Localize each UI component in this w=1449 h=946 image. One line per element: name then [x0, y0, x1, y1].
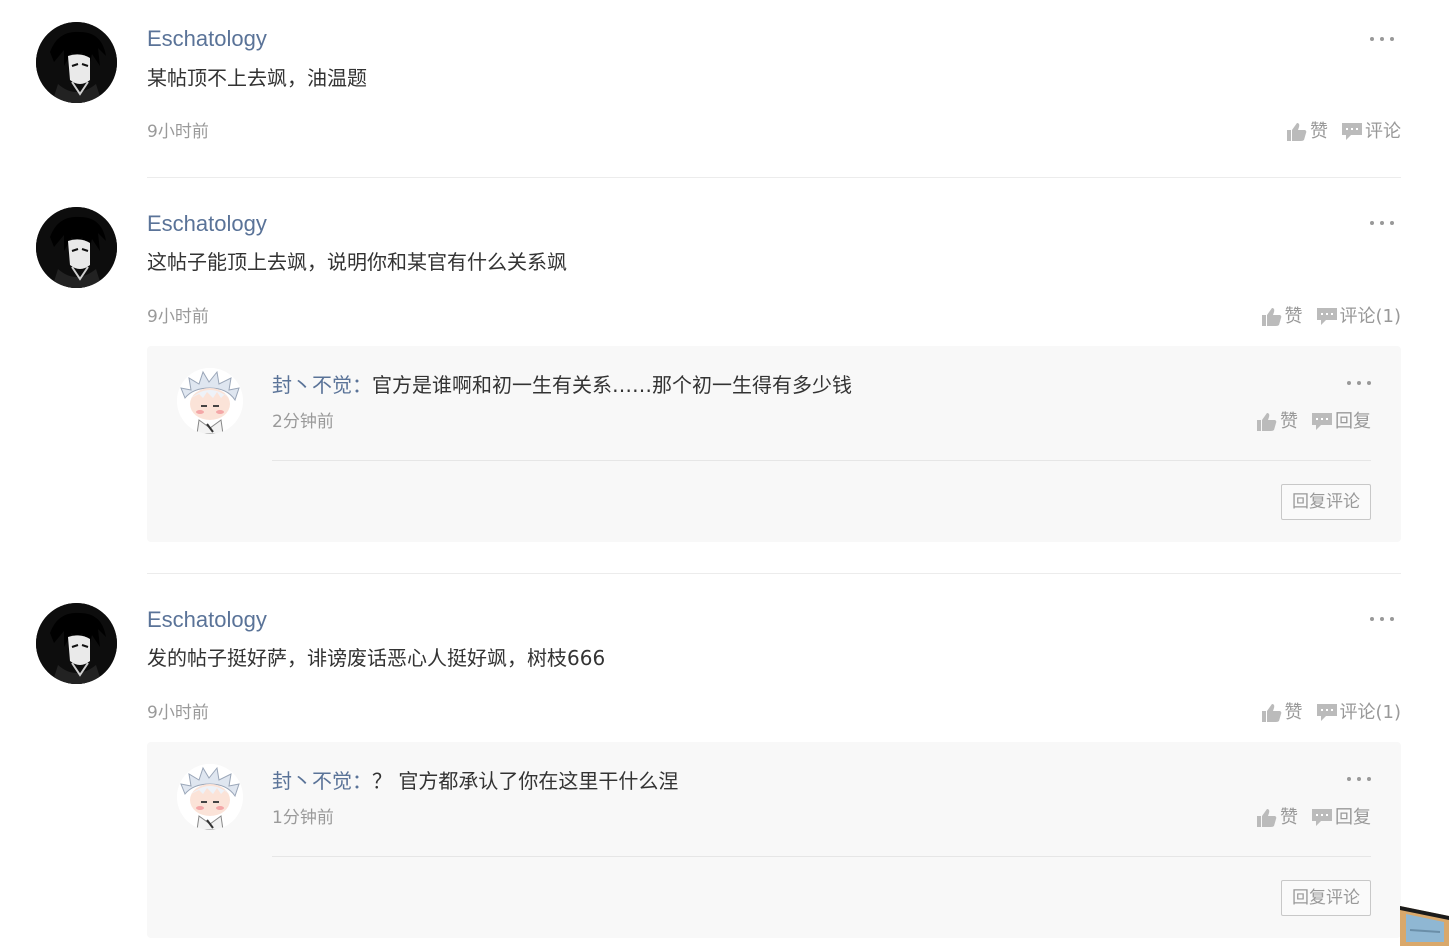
divider	[147, 573, 1401, 574]
reply-button[interactable]: 回复	[1312, 806, 1371, 830]
reply-separator: ：	[352, 769, 372, 793]
comment-username[interactable]: Eschatology	[147, 606, 267, 634]
thumbs-up-icon	[1261, 704, 1281, 722]
reply-username[interactable]: 封丶不觉	[272, 769, 352, 793]
like-button[interactable]: 赞	[1257, 806, 1298, 830]
divider	[272, 856, 1371, 857]
comment-actions: 赞 评论	[1287, 120, 1401, 144]
thumbs-up-icon	[1257, 413, 1277, 431]
comment-actions: 赞 评论(1)	[1261, 701, 1402, 725]
avatar[interactable]	[36, 22, 117, 103]
more-dots-icon[interactable]	[1370, 616, 1394, 622]
more-dots-icon[interactable]	[1347, 380, 1371, 386]
reply-label: 回复	[1335, 807, 1371, 828]
speech-bubble-icon	[1342, 123, 1362, 140]
reply-avatar[interactable]	[177, 368, 243, 434]
reply-time: 2分钟前	[272, 412, 334, 432]
comment-text: 这帖子能顶上去飒，说明你和某官有什么关系飒	[147, 250, 567, 274]
like-label: 赞	[1284, 306, 1303, 327]
reply-panel: 封丶不觉：官方是谁啊和初一生有关系……那个初一生得有多少钱 2分钟前 赞 回复 …	[147, 346, 1401, 542]
comment-button[interactable]: 评论(1)	[1316, 701, 1402, 725]
comment-actions: 赞 评论(1)	[1261, 305, 1402, 329]
comment-time: 9小时前	[147, 703, 209, 723]
avatar-image	[36, 22, 117, 103]
comment-username[interactable]: Eschatology	[147, 25, 267, 53]
reply-line: 封丶不觉：官方是谁啊和初一生有关系……那个初一生得有多少钱	[272, 370, 852, 400]
divider	[147, 177, 1401, 178]
reply-text: 官方是谁啊和初一生有关系……那个初一生得有多少钱	[372, 373, 852, 397]
thumbs-up-icon	[1257, 809, 1277, 827]
comment-button[interactable]: 评论(1)	[1316, 305, 1402, 329]
speech-bubble-icon	[1312, 809, 1332, 826]
reply-username[interactable]: 封丶不觉	[272, 373, 352, 397]
comment-button[interactable]: 评论	[1342, 120, 1401, 144]
reply-comment-button[interactable]: 回复评论	[1281, 484, 1371, 520]
more-dots-icon[interactable]	[1370, 36, 1394, 42]
reply-actions: 赞 回复	[1257, 410, 1371, 434]
reply-comment-button[interactable]: 回复评论	[1281, 880, 1371, 916]
avatar-image	[36, 603, 117, 684]
speech-bubble-icon	[1316, 704, 1337, 721]
comment-text: 发的帖子挺好萨，诽谤废话恶心人挺好飒，树枝666	[147, 646, 606, 670]
corner-decoration-image	[1400, 900, 1449, 946]
reply-label: 回复	[1335, 411, 1371, 432]
thumbs-up-icon	[1287, 123, 1307, 141]
like-label: 赞	[1280, 411, 1298, 432]
reply-time: 1分钟前	[272, 808, 334, 828]
like-button[interactable]: 赞	[1287, 120, 1328, 144]
like-label: 赞	[1310, 121, 1328, 142]
comment-label: 评论(1)	[1339, 306, 1402, 327]
speech-bubble-icon	[1316, 308, 1337, 325]
thumbs-up-icon	[1261, 308, 1281, 326]
avatar-image	[177, 764, 243, 830]
reply-separator: ：	[352, 373, 372, 397]
comment-username[interactable]: Eschatology	[147, 210, 267, 238]
speech-bubble-icon	[1312, 413, 1332, 430]
comment-label: 评论	[1365, 121, 1401, 142]
comment-text: 某帖顶不上去飒，油温题	[147, 66, 367, 90]
reply-avatar[interactable]	[177, 764, 243, 830]
like-button[interactable]: 赞	[1261, 305, 1303, 329]
more-dots-icon[interactable]	[1347, 776, 1371, 782]
comment-time: 9小时前	[147, 307, 209, 327]
reply-line: 封丶不觉：？ 官方都承认了你在这里干什么涅	[272, 766, 678, 796]
reply-button[interactable]: 回复	[1312, 410, 1371, 434]
like-button[interactable]: 赞	[1257, 410, 1298, 434]
like-button[interactable]: 赞	[1261, 701, 1303, 725]
reply-text: ？ 官方都承认了你在这里干什么涅	[372, 769, 679, 793]
reply-actions: 赞 回复	[1257, 806, 1371, 830]
avatar[interactable]	[36, 603, 117, 684]
comment-label: 评论(1)	[1339, 702, 1402, 723]
avatar[interactable]	[36, 207, 117, 288]
comment-feed: Eschatology 某帖顶不上去飒，油温题 9小时前 赞 评论 Eschat…	[0, 0, 1449, 946]
like-label: 赞	[1284, 702, 1303, 723]
avatar-image	[36, 207, 117, 288]
avatar-image	[177, 368, 243, 434]
like-label: 赞	[1280, 807, 1298, 828]
divider	[272, 460, 1371, 461]
comment-time: 9小时前	[147, 122, 209, 142]
reply-panel: 封丶不觉：？ 官方都承认了你在这里干什么涅 1分钟前 赞 回复 回复评论	[147, 742, 1401, 938]
more-dots-icon[interactable]	[1370, 220, 1394, 226]
